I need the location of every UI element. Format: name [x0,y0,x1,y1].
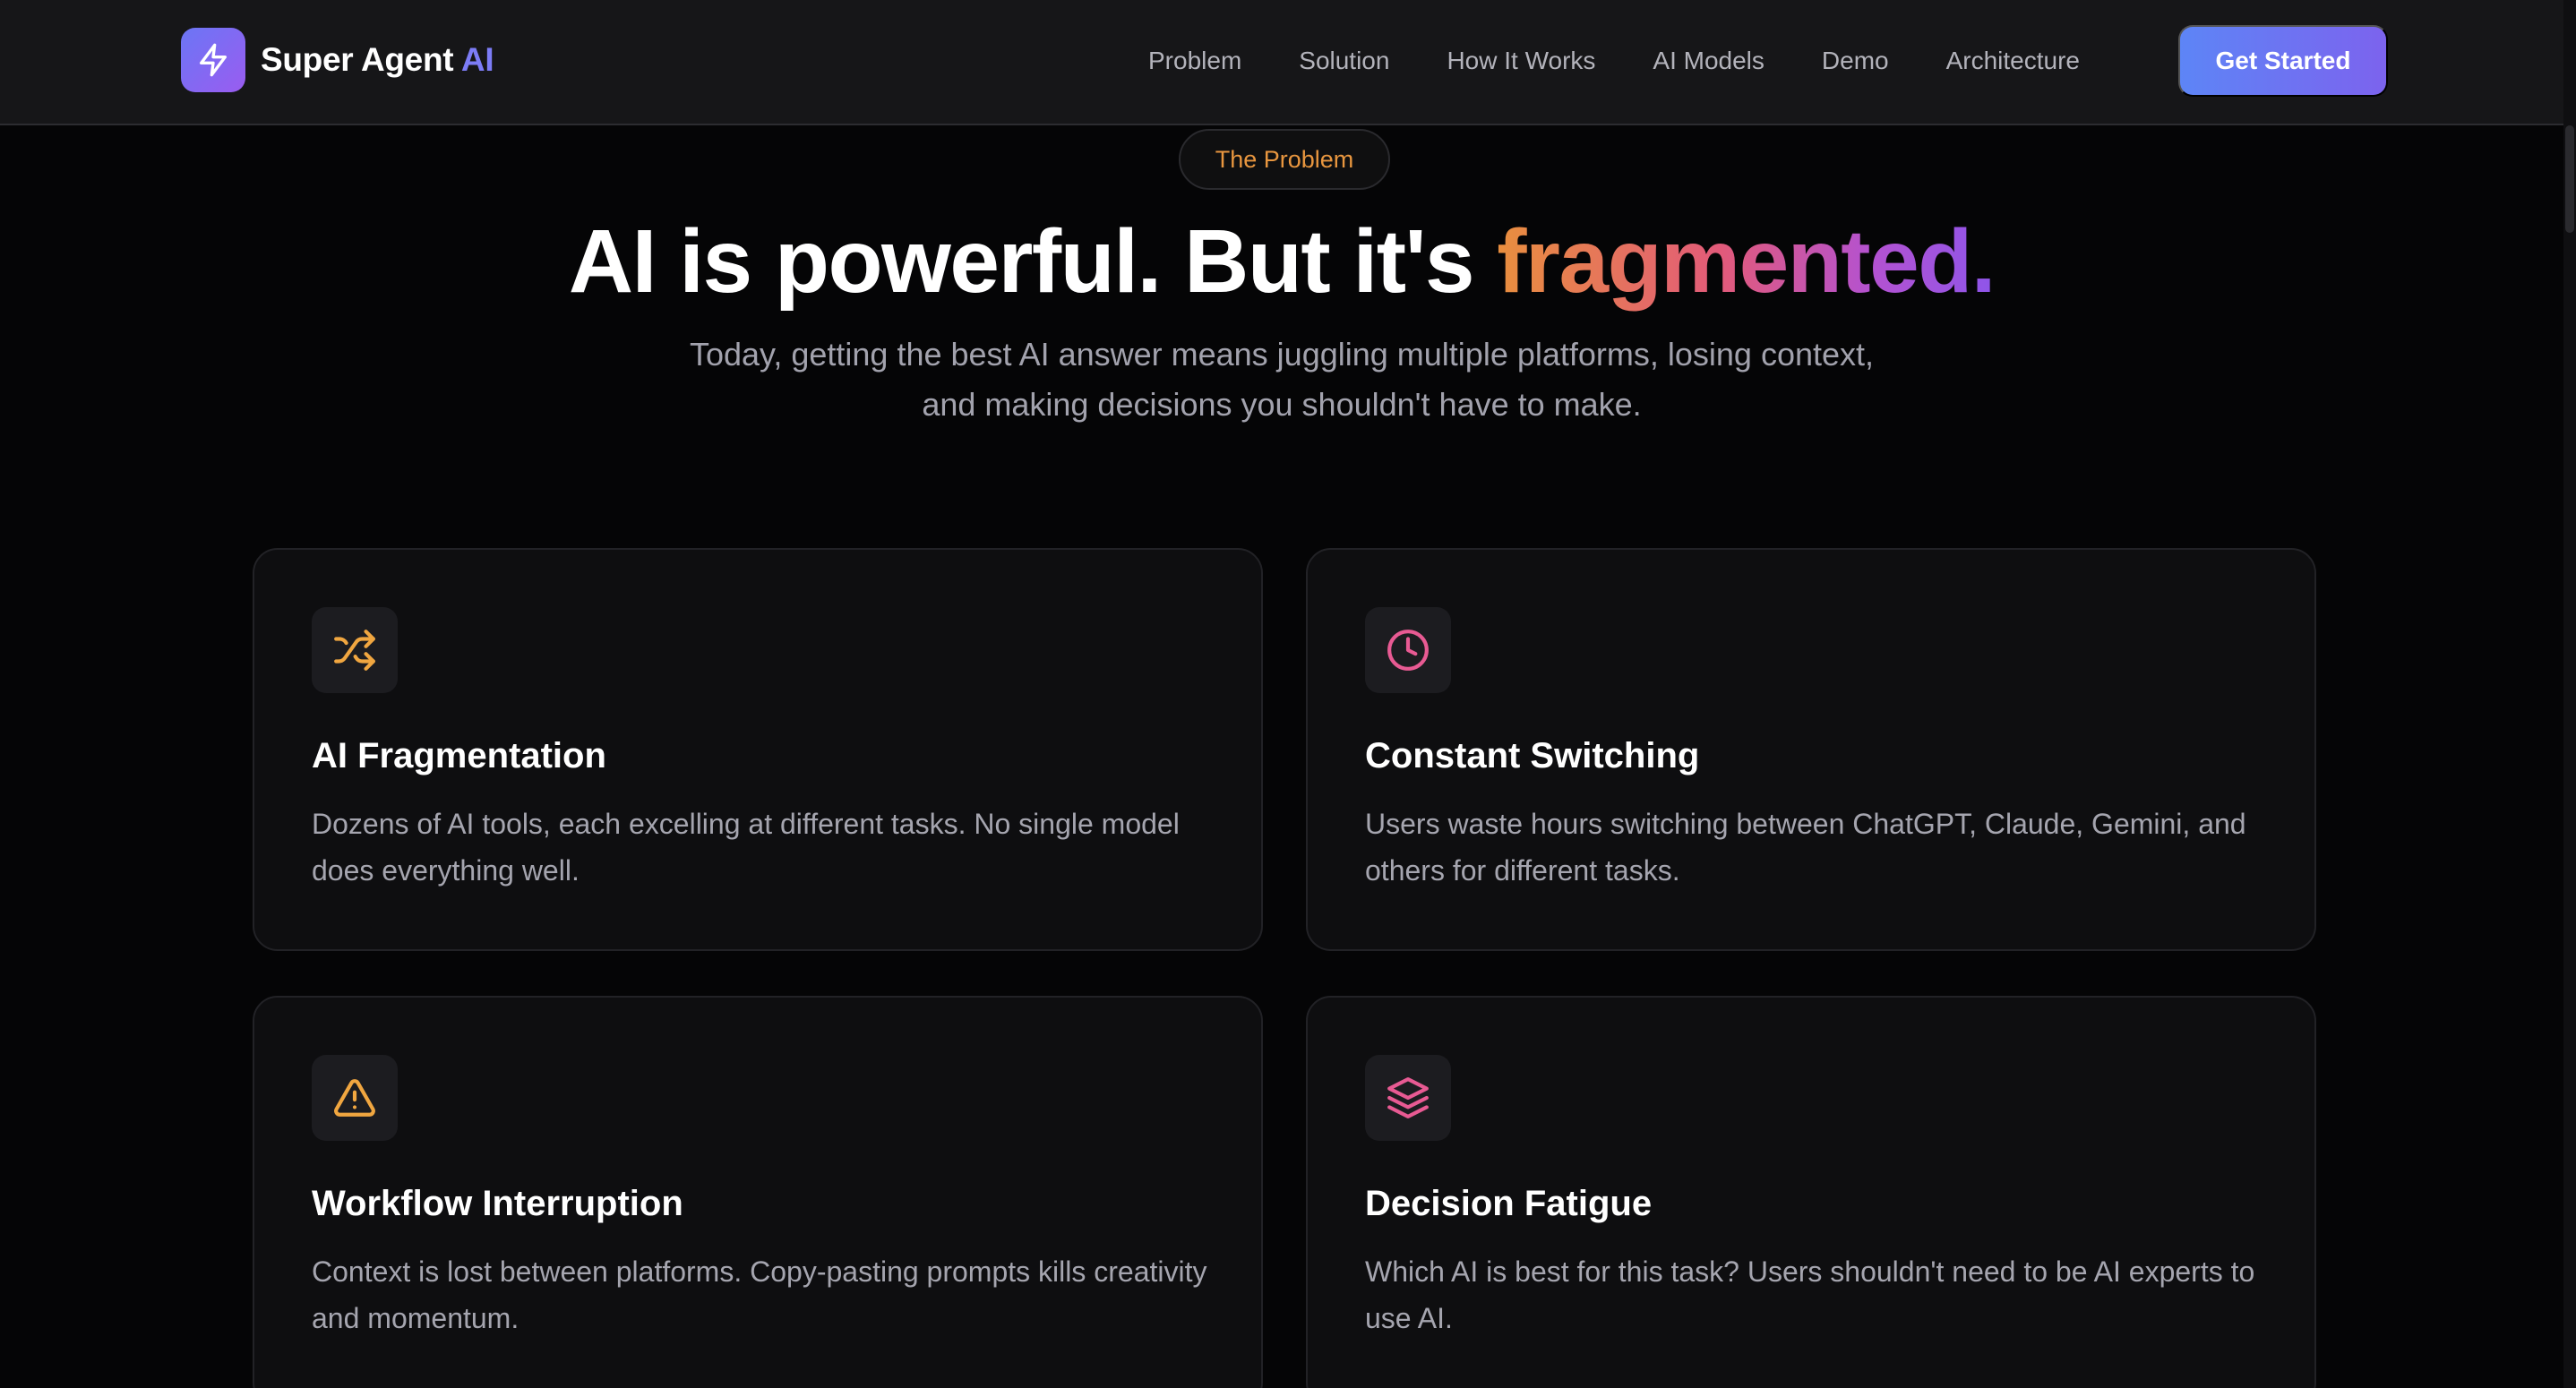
scrollbar-thumb[interactable] [2565,125,2574,233]
page-scrollbar[interactable] [2563,0,2576,1388]
card-description: Dozens of AI tools, each excelling at di… [312,808,1180,887]
card-title: AI Fragmentation [312,736,606,775]
shuffle-icon [312,607,398,693]
card-description: Users waste hours switching between Chat… [1365,808,2246,887]
top-navbar: Super Agent AI Problem Solution How It W… [0,0,2563,125]
problem-card-switching: Constant Switching Users waste hours swi… [1306,548,2316,951]
nav-link-ai-models[interactable]: AI Models [1653,47,1765,75]
card-title: Workflow Interruption [312,1184,683,1223]
brand-name-text: Super Agent [261,41,454,78]
problem-card-fragmentation: AI Fragmentation Dozens of AI tools, eac… [253,548,1263,951]
lightning-bolt-icon [181,28,245,92]
card-title: Decision Fatigue [1365,1184,1653,1223]
layers-icon [1365,1055,1451,1141]
card-description: Which AI is best for this task? Users sh… [1365,1255,2255,1334]
nav-link-solution[interactable]: Solution [1299,47,1389,75]
warning-triangle-icon [312,1055,398,1141]
get-started-button[interactable]: Get Started [2178,25,2388,97]
clock-icon [1365,607,1451,693]
brand-name-accent: AI [460,41,494,78]
card-description: Context is lost between platforms. Copy-… [312,1255,1207,1334]
problem-card-decision-fatigue: Decision Fatigue Which AI is best for th… [1306,996,2316,1388]
brand[interactable]: Super Agent AI [181,28,494,92]
nav-link-how-it-works[interactable]: How It Works [1447,47,1595,75]
headline-accent: fragmented. [1497,211,1996,312]
nav-link-problem[interactable]: Problem [1148,47,1241,75]
section-pill: The Problem [1179,129,1390,190]
page: Super Agent AI Problem Solution How It W… [0,0,2576,1388]
page-subheadline: Today, getting the best AI answer means … [689,336,1875,423]
page-headline: AI is powerful. But it's fragmented. [0,208,2563,315]
nav-link-demo[interactable]: Demo [1822,47,1889,75]
nav-links: Problem Solution How It Works AI Models … [1148,0,2080,122]
problem-card-interruption: Workflow Interruption Context is lost be… [253,996,1263,1388]
brand-name: Super Agent AI [261,41,494,79]
headline-main: AI is powerful. But it's [568,211,1498,312]
nav-link-architecture[interactable]: Architecture [1946,47,2080,75]
card-title: Constant Switching [1365,736,1700,775]
